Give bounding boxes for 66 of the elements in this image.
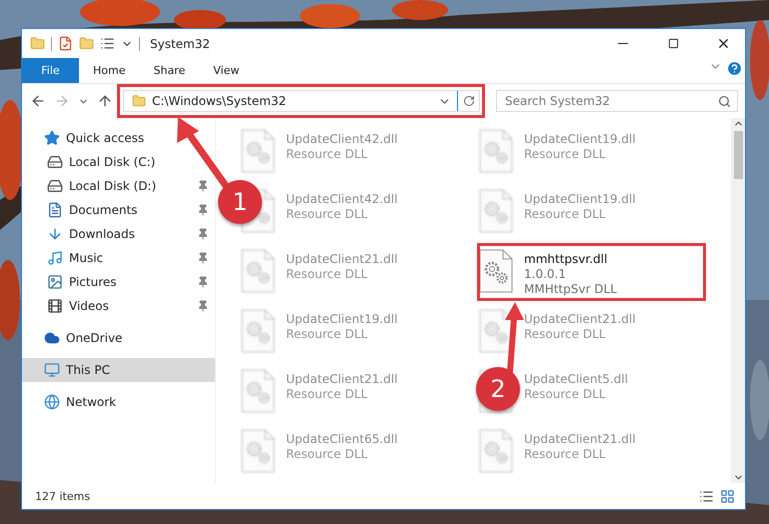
file-detail: Resource DLL xyxy=(524,447,606,462)
refresh-icon xyxy=(462,95,474,107)
ribbon-tab[interactable]: Home xyxy=(79,58,140,83)
ribbon-tab[interactable]: View xyxy=(199,58,254,83)
file-detail: Resource DLL xyxy=(286,207,368,222)
search-field[interactable]: Search System32 xyxy=(503,93,718,109)
pin-icon[interactable] xyxy=(197,300,209,312)
up-icon xyxy=(97,93,113,109)
file-detail: 1.0.0.1 xyxy=(524,267,567,282)
sidebar-item[interactable]: Downloads xyxy=(22,222,139,246)
music-icon xyxy=(47,250,63,266)
sidebar-item[interactable]: Pictures xyxy=(22,270,121,294)
sidebar-item[interactable]: Local Disk (C:) xyxy=(22,150,160,174)
network-icon xyxy=(44,394,60,410)
pin-icon[interactable] xyxy=(197,228,209,240)
pin-icon[interactable] xyxy=(197,252,209,264)
sidebar-item[interactable]: Videos xyxy=(22,294,113,318)
large-icons-view-icon[interactable] xyxy=(720,488,735,504)
sidebar-item[interactable]: Quick access xyxy=(22,126,148,150)
help-icon xyxy=(726,60,743,77)
details-view-icon[interactable] xyxy=(699,488,714,504)
pictures-icon xyxy=(47,274,63,290)
documents-icon xyxy=(47,202,63,218)
pin-icon[interactable] xyxy=(197,276,209,288)
drive-icon xyxy=(47,178,63,194)
system-drive-icon xyxy=(47,154,63,170)
file-detail: Resource DLL xyxy=(286,447,368,462)
scrollbar[interactable] xyxy=(731,118,745,483)
item-count: 127 items xyxy=(35,490,90,502)
file-detail: Resource DLL xyxy=(524,207,606,222)
pin-icon[interactable] xyxy=(197,204,209,216)
file-detail: Resource DLL xyxy=(286,387,368,402)
sidebar-item[interactable]: Network xyxy=(22,390,120,414)
file-detail: Resource DLL xyxy=(286,267,368,282)
star-icon xyxy=(44,130,60,146)
sidebar-item[interactable]: OneDrive xyxy=(22,326,126,350)
file-detail: Resource DLL xyxy=(524,147,606,162)
properties-icon[interactable] xyxy=(58,36,73,51)
downloads-icon xyxy=(47,226,63,242)
file-detail: MMHttpSvr DLL xyxy=(524,282,617,297)
file-detail: Resource DLL xyxy=(286,327,368,342)
cloud-icon xyxy=(44,330,60,346)
sidebar-item[interactable]: Documents xyxy=(22,198,142,222)
back-icon xyxy=(30,93,46,109)
list-icon[interactable] xyxy=(100,36,115,51)
forward-icon xyxy=(54,93,70,109)
sidebar-item[interactable]: Local Disk (D:) xyxy=(22,174,160,198)
pin-icon[interactable] xyxy=(197,180,209,192)
file-detail: Resource DLL xyxy=(286,147,368,162)
file-detail: Resource DLL xyxy=(524,327,606,342)
search-box[interactable]: Search System32 xyxy=(496,90,738,112)
window-title: System32 xyxy=(150,36,212,50)
sidebar-item[interactable]: Music xyxy=(22,246,108,270)
folder-icon xyxy=(132,94,146,108)
search-icon xyxy=(718,94,731,108)
sidebar-item[interactable]: This PC xyxy=(22,358,215,382)
address-field[interactable]: C:\Windows\System32 xyxy=(123,90,480,112)
minimize-icon xyxy=(618,43,628,44)
maximize-icon xyxy=(668,38,678,49)
videos-icon xyxy=(47,298,63,314)
ribbon-tab[interactable]: Share xyxy=(139,58,200,83)
ribbon-tab[interactable]: File xyxy=(22,58,79,83)
scrollbar-thumb[interactable] xyxy=(734,131,742,179)
file-name[interactable]: mmhttpsvr.dll xyxy=(524,252,617,267)
file-detail: Resource DLL xyxy=(524,387,606,402)
pc-icon xyxy=(44,362,60,378)
